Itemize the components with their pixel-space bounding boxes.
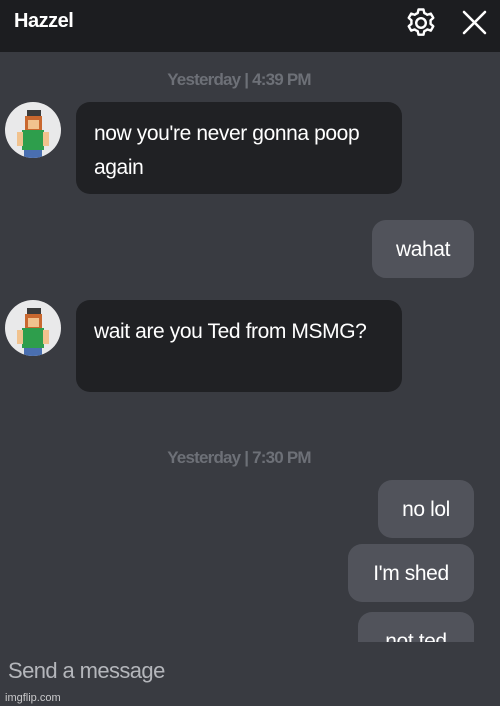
chat-title: Hazzel — [14, 10, 74, 32]
close-button[interactable] — [456, 4, 494, 42]
message-input[interactable] — [0, 642, 500, 706]
message-bubble-outgoing: no lol — [378, 480, 474, 538]
watermark: imgflip.com — [5, 692, 61, 704]
chat-header: Hazzel — [0, 0, 500, 52]
message-bubble-incoming: now you're never gonna poop again — [76, 102, 402, 194]
message-list[interactable]: Yesterday | 4:39 PM now you're never gon… — [0, 52, 500, 642]
avatar-icon — [17, 308, 49, 356]
settings-button[interactable] — [402, 4, 440, 42]
message-bubble-incoming: wait are you Ted from MSMG? — [76, 300, 402, 392]
message-bubble-outgoing: I'm shed — [348, 544, 474, 602]
timestamp: Yesterday | 7:30 PM — [167, 448, 311, 467]
message-bubble-outgoing: wahat — [372, 220, 474, 278]
gear-icon — [407, 8, 435, 36]
message-bubble-outgoing: not ted — [358, 612, 474, 642]
message-composer — [0, 642, 500, 706]
timestamp: Yesterday | 4:39 PM — [167, 70, 311, 89]
avatar[interactable] — [5, 300, 61, 356]
avatar[interactable] — [5, 102, 61, 158]
close-icon — [462, 10, 487, 35]
avatar-icon — [17, 110, 49, 158]
